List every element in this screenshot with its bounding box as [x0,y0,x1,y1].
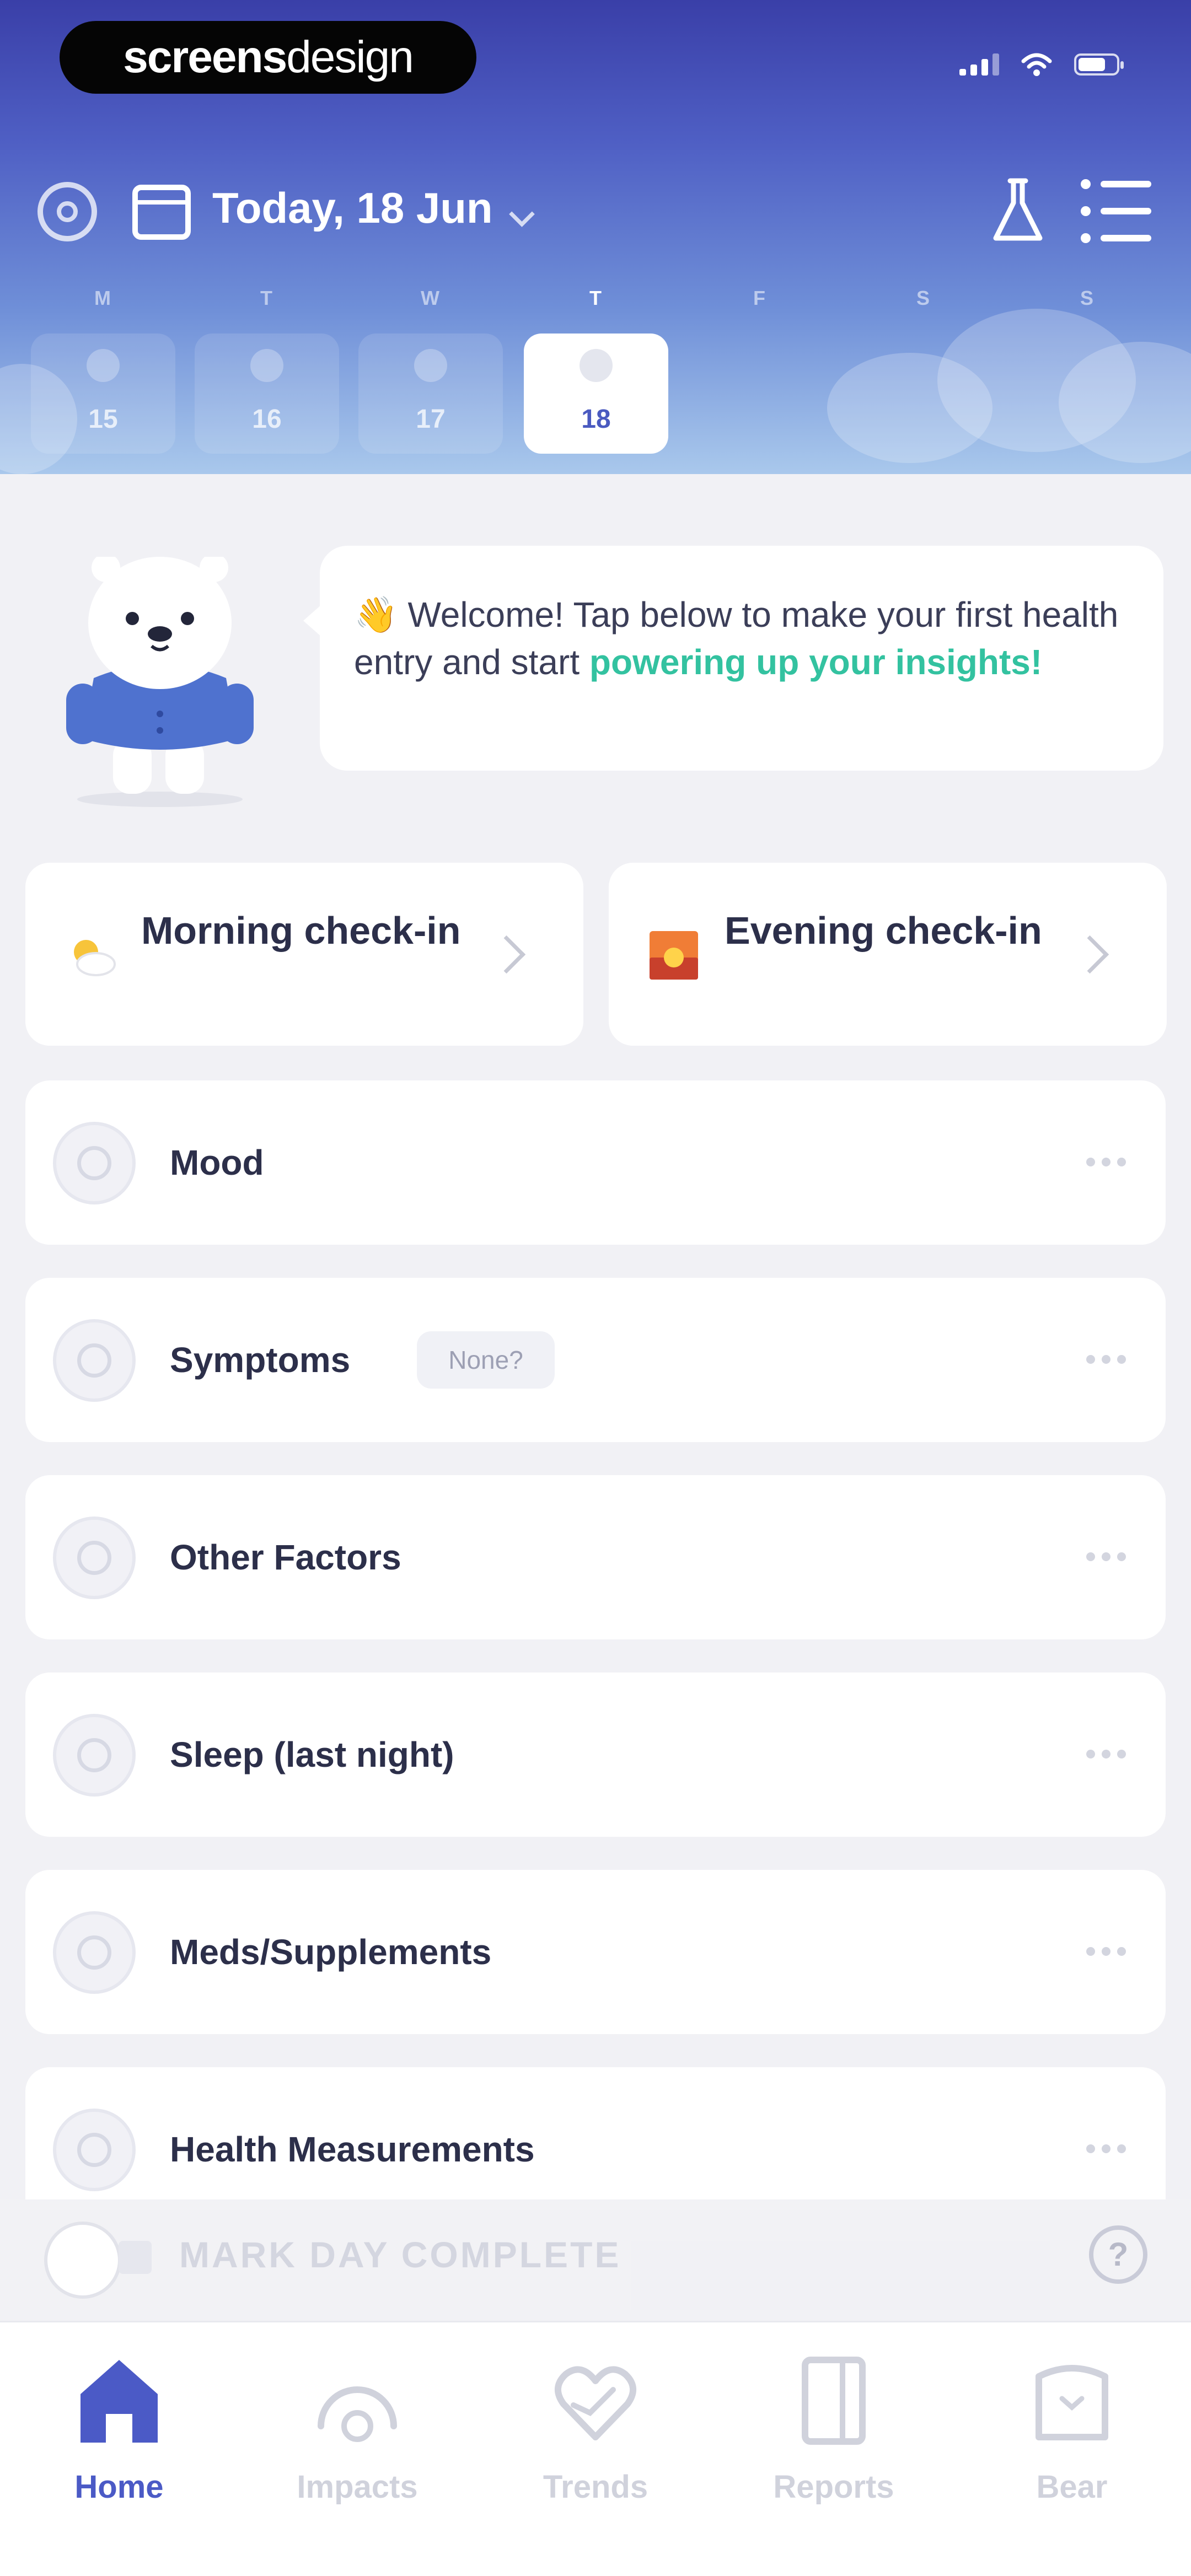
row-label: Meds/Supplements [170,1932,492,1972]
day-card-15[interactable]: 15 [31,334,175,454]
wifi-icon [1021,53,1052,76]
sun-cloud-icon [74,940,116,976]
tab-trends[interactable]: Trends [476,2322,715,2576]
row-label: Other Factors [170,1537,401,1577]
signal-icon [959,53,999,76]
mood-icon [53,1122,136,1204]
row-label: Symptoms [170,1340,351,1380]
home-icon [81,2360,158,2443]
chevron-right-icon [1070,935,1109,974]
symptoms-icon [53,1319,136,1402]
weekday-label: S [916,287,930,309]
row-sleep[interactable]: Sleep (last night) [25,1672,1166,1837]
sleep-icon [53,1714,136,1797]
day-status-icon [87,349,120,382]
chevron-right-icon [487,935,526,974]
more-options-icon[interactable] [1086,1355,1126,1364]
more-options-icon[interactable] [1086,2144,1126,2153]
watermark-bold: screens [123,32,287,82]
wave-emoji: 👋 [354,595,398,634]
date-title[interactable]: Today, 18 Jun [212,183,493,233]
other-factors-icon [53,1516,136,1599]
row-other-factors[interactable]: Other Factors [25,1475,1166,1639]
tab-label: Reports [773,2469,894,2505]
heart-measure-icon [53,2109,136,2191]
row-meds-supplements[interactable]: Meds/Supplements [25,1870,1166,2034]
more-options-icon[interactable] [1086,1750,1126,1758]
settings-gear-icon[interactable] [37,182,97,241]
pill-icon [53,1911,136,1994]
bear-icon [1036,2365,1108,2440]
day-number: 15 [88,405,118,434]
tab-label: Home [74,2469,164,2505]
morning-checkin-card[interactable]: Morning check-in [25,863,583,1046]
status-bar [959,52,1124,77]
weekday-label: M [94,287,111,309]
weekday-label: F [753,287,765,309]
weekday-label: S [1080,287,1093,309]
evening-checkin-label: Evening check-in [725,909,1042,952]
welcome-highlight: powering up your insights! [589,642,1043,682]
calendar-icon[interactable] [132,185,191,240]
mark-day-complete-label[interactable]: MARK DAY COMPLETE [179,2234,621,2276]
day-status-icon [414,349,447,382]
tab-label: Bear [1036,2469,1108,2505]
day-card-17[interactable]: 17 [358,334,503,454]
day-number: 16 [252,405,282,434]
complete-toggle[interactable] [44,2222,121,2299]
help-icon[interactable]: ? [1089,2225,1147,2284]
watermark-logo: screens design [60,21,476,94]
day-number: 18 [581,405,611,434]
gauge-icon [318,2386,397,2442]
day-card-18-selected[interactable]: 18 [524,334,668,454]
list-menu-icon[interactable] [1081,179,1151,243]
row-mood[interactable]: Mood [25,1080,1166,1245]
none-badge[interactable]: None? [417,1331,555,1389]
tab-label: Trends [543,2469,648,2505]
day-number: 17 [416,405,446,434]
sunset-icon [650,931,698,980]
welcome-message: 👋 Welcome! Tap below to make your first … [354,591,1125,686]
more-options-icon[interactable] [1086,1158,1126,1166]
row-symptoms[interactable]: Symptoms None? [25,1278,1166,1442]
heart-trend-icon [554,2366,637,2440]
row-label: Sleep (last night) [170,1735,454,1774]
flag-icon [119,2241,152,2274]
tab-label: Impacts [297,2469,418,2505]
row-label: Mood [170,1143,264,1182]
day-status-icon [250,349,283,382]
weekday-label: W [421,287,439,309]
more-options-icon[interactable] [1086,1552,1126,1561]
header: screens design Today, 18 Jun M T W T F S … [0,0,1191,474]
welcome-bubble: 👋 Welcome! Tap below to make your first … [303,546,1163,771]
day-card-16[interactable]: 16 [195,334,339,454]
bottom-tab-bar: Home Impacts Trends Reports Bear [0,2321,1191,2576]
tab-bear[interactable]: Bear [953,2322,1191,2576]
morning-checkin-label: Morning check-in [141,909,461,952]
mark-day-complete-bar: MARK DAY COMPLETE ? [0,2199,1191,2321]
flask-icon[interactable] [990,176,1045,245]
weekday-label: T [589,287,602,309]
chevron-down-icon[interactable] [509,201,535,227]
more-options-icon[interactable] [1086,1947,1126,1956]
watermark-light: design [286,32,414,82]
day-status-icon [580,349,613,382]
tab-home[interactable]: Home [0,2322,238,2576]
evening-checkin-card[interactable]: Evening check-in [609,863,1167,1046]
bear-mascot-illustration [66,557,254,807]
tab-impacts[interactable]: Impacts [238,2322,476,2576]
report-icon [802,2357,866,2445]
tab-reports[interactable]: Reports [715,2322,953,2576]
battery-icon [1074,53,1124,76]
weekday-label: T [260,287,272,309]
